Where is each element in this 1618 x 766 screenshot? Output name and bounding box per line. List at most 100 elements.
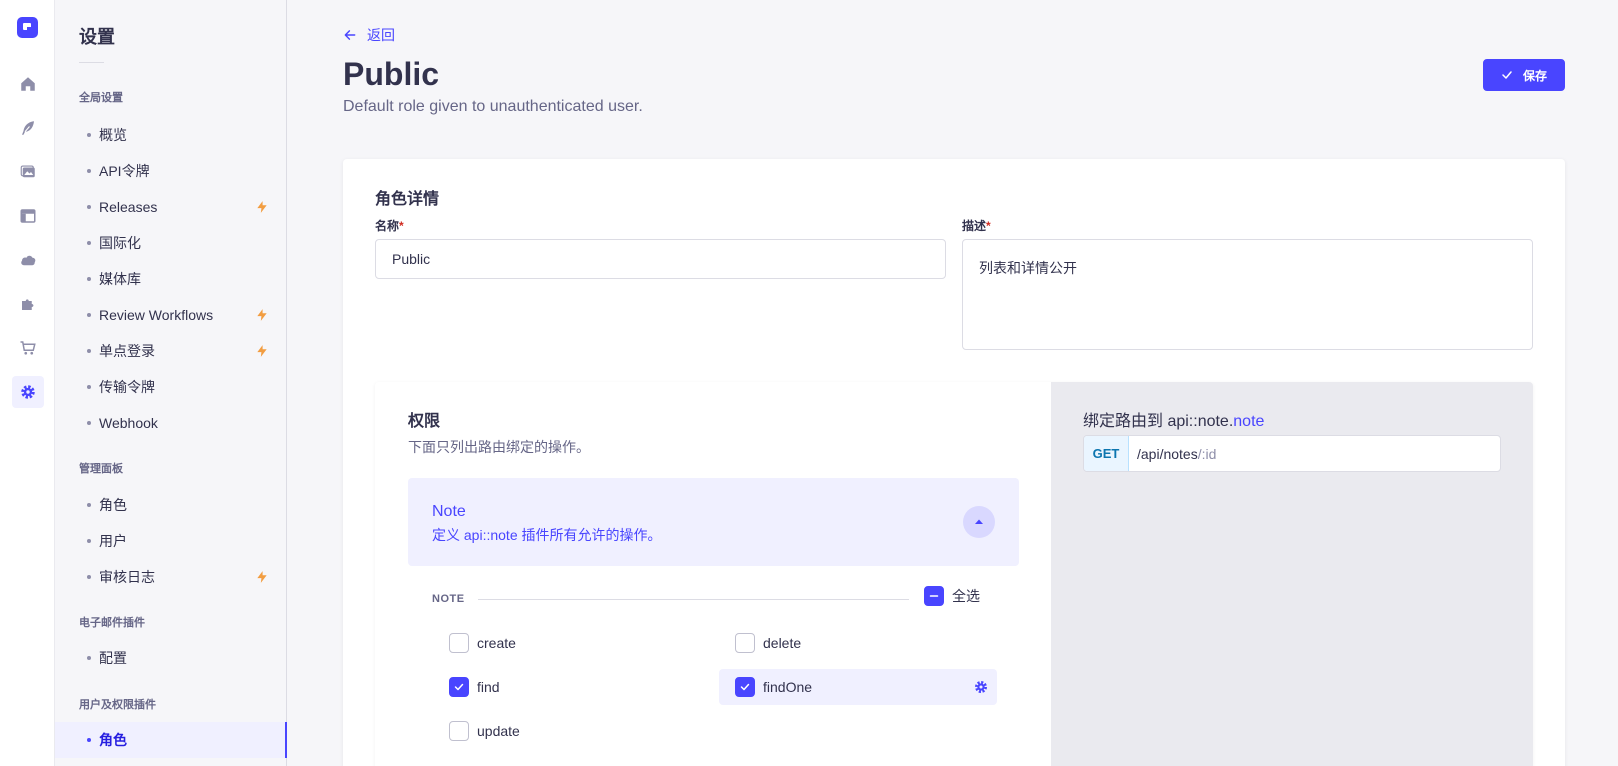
plugin-accordion-note[interactable]: Note 定义 api::note 插件所有允许的操作。 <box>408 478 1019 566</box>
description-label: 描述* <box>962 219 991 233</box>
page-subtitle: Default role given to unauthenticated us… <box>343 98 643 115</box>
sidebar-item-users[interactable]: 用户 <box>55 523 287 559</box>
sidebar-item-label: Review Workflows <box>99 307 214 323</box>
sidebar-item-email-config[interactable]: 配置 <box>55 640 287 676</box>
sidebar-section-email: 电子邮件插件 <box>79 617 145 629</box>
sidebar-item-transfer-tokens[interactable]: 传输令牌 <box>55 369 287 405</box>
sidebar-item-admin-roles[interactable]: 角色 <box>55 487 287 523</box>
indeterminate-checkbox-icon <box>924 586 944 606</box>
page-title: Public <box>343 56 440 92</box>
action-label: update <box>477 723 520 739</box>
bullet-icon <box>87 277 91 281</box>
bullet-icon <box>87 133 91 137</box>
sidebar-item-label: 审核日志 <box>99 569 155 585</box>
sidebar-item-up-roles[interactable]: 角色 <box>55 722 287 758</box>
plugin-name: Note <box>432 503 466 520</box>
sidebar-item-label: 国际化 <box>99 235 141 251</box>
layout-icon[interactable] <box>12 200 44 232</box>
chevron-up-icon <box>975 519 983 524</box>
sidebar-section-admin: 管理面板 <box>79 463 123 475</box>
action-create[interactable]: create <box>441 625 516 661</box>
sidebar-item-webhook[interactable]: Webhook <box>55 405 287 441</box>
home-icon[interactable] <box>12 68 44 100</box>
bullet-icon <box>87 349 91 353</box>
lightning-icon <box>257 571 267 583</box>
app-logo-icon[interactable] <box>17 17 38 38</box>
select-all-checkbox[interactable]: 全选 <box>924 586 980 606</box>
role-details-title: 角色详情 <box>375 191 440 208</box>
bullet-icon <box>87 313 91 317</box>
sidebar-item-audit-logs[interactable]: 审核日志 <box>55 559 287 595</box>
sidebar-item-label: Releases <box>99 199 158 215</box>
cloud-icon[interactable] <box>12 244 44 276</box>
sidebar-item-label: API令牌 <box>99 163 150 179</box>
permissions-subtitle: 下面只列出路由绑定的操作。 <box>408 439 590 455</box>
sidebar-item-review-workflows[interactable]: Review Workflows <box>55 297 287 333</box>
bullet-icon <box>87 421 91 425</box>
save-button[interactable]: 保存 <box>1483 59 1565 91</box>
check-icon <box>1502 71 1512 79</box>
action-label: find <box>477 679 500 695</box>
name-label: 名称* <box>375 219 404 233</box>
lightning-icon <box>257 201 267 213</box>
cog-icon[interactable] <box>12 376 44 408</box>
feather-icon[interactable] <box>12 112 44 144</box>
cart-icon[interactable] <box>12 332 44 364</box>
accordion-toggle[interactable] <box>963 506 995 538</box>
action-label: create <box>477 635 516 651</box>
sidebar-item-label: 传输令牌 <box>99 379 155 395</box>
route-path: /api/notes/:id <box>1137 445 1217 462</box>
sidebar-item-i18n[interactable]: 国际化 <box>55 225 287 261</box>
name-input[interactable]: Public <box>375 239 946 279</box>
checkbox[interactable] <box>449 633 469 653</box>
sidebar-item-media-library[interactable]: 媒体库 <box>55 261 287 297</box>
checkbox[interactable] <box>449 721 469 741</box>
sidebar-section-users-permissions: 用户及权限插件 <box>79 699 156 711</box>
description-textarea[interactable]: 列表和详情公开 <box>962 239 1533 350</box>
sidebar-item-label: Webhook <box>99 415 158 431</box>
checkbox-checked[interactable] <box>449 677 469 697</box>
action-update[interactable]: update <box>441 713 520 749</box>
action-label: findOne <box>763 679 813 695</box>
sidebar-item-api-tokens[interactable]: API令牌 <box>55 153 287 189</box>
back-link[interactable]: 返回 <box>343 25 395 45</box>
plugin-description: 定义 api::note 插件所有允许的操作。 <box>432 527 662 543</box>
role-card: 角色详情 名称* Public 描述* 列表和详情公开 权限 下面只列出路由绑定… <box>343 159 1565 766</box>
sidebar-item-label: 媒体库 <box>99 271 141 287</box>
sidebar-item-label: 角色 <box>99 497 127 513</box>
sidebar-item-releases[interactable]: Releases <box>55 189 287 225</box>
permissions-title: 权限 <box>408 413 441 430</box>
bullet-icon <box>87 656 91 660</box>
sidebar-item-sso[interactable]: 单点登录 <box>55 333 287 369</box>
puzzle-icon[interactable] <box>12 288 44 320</box>
back-link-label: 返回 <box>367 27 395 43</box>
bullet-icon <box>87 169 91 173</box>
bullet-icon <box>87 205 91 209</box>
sidebar-item-label: 单点登录 <box>99 343 155 359</box>
sidebar-item-overview[interactable]: 概览 <box>55 117 287 153</box>
cog-icon[interactable] <box>973 679 989 695</box>
sidebar-item-label: 用户 <box>99 533 127 549</box>
main-nav-rail <box>0 0 55 766</box>
bullet-icon <box>87 503 91 507</box>
checkbox-checked[interactable] <box>735 677 755 697</box>
lightning-icon <box>257 309 267 321</box>
lightning-icon <box>257 345 267 357</box>
save-button-label: 保存 <box>1522 68 1547 83</box>
sidebar-item-label: 配置 <box>99 650 127 666</box>
sidebar-title: 设置 <box>79 27 115 47</box>
bullet-icon <box>87 575 91 579</box>
bound-route-panel: 绑定路由到 api::note.note GET /api/notes/:id <box>1051 382 1533 766</box>
action-find[interactable]: find <box>441 669 500 705</box>
action-delete[interactable]: delete <box>727 625 801 661</box>
permissions-panel: 权限 下面只列出路由绑定的操作。 Note 定义 api::note 插件所有允… <box>375 382 1533 766</box>
group-label: NOTE <box>432 593 465 605</box>
sidebar-divider <box>79 62 104 63</box>
bullet-icon <box>87 385 91 389</box>
action-label: delete <box>763 635 802 651</box>
action-findone[interactable]: findOne <box>719 669 997 705</box>
checkbox[interactable] <box>735 633 755 653</box>
route-row: GET /api/notes/:id <box>1083 435 1501 472</box>
sidebar-item-label: 概览 <box>99 127 127 143</box>
images-icon[interactable] <box>12 156 44 188</box>
